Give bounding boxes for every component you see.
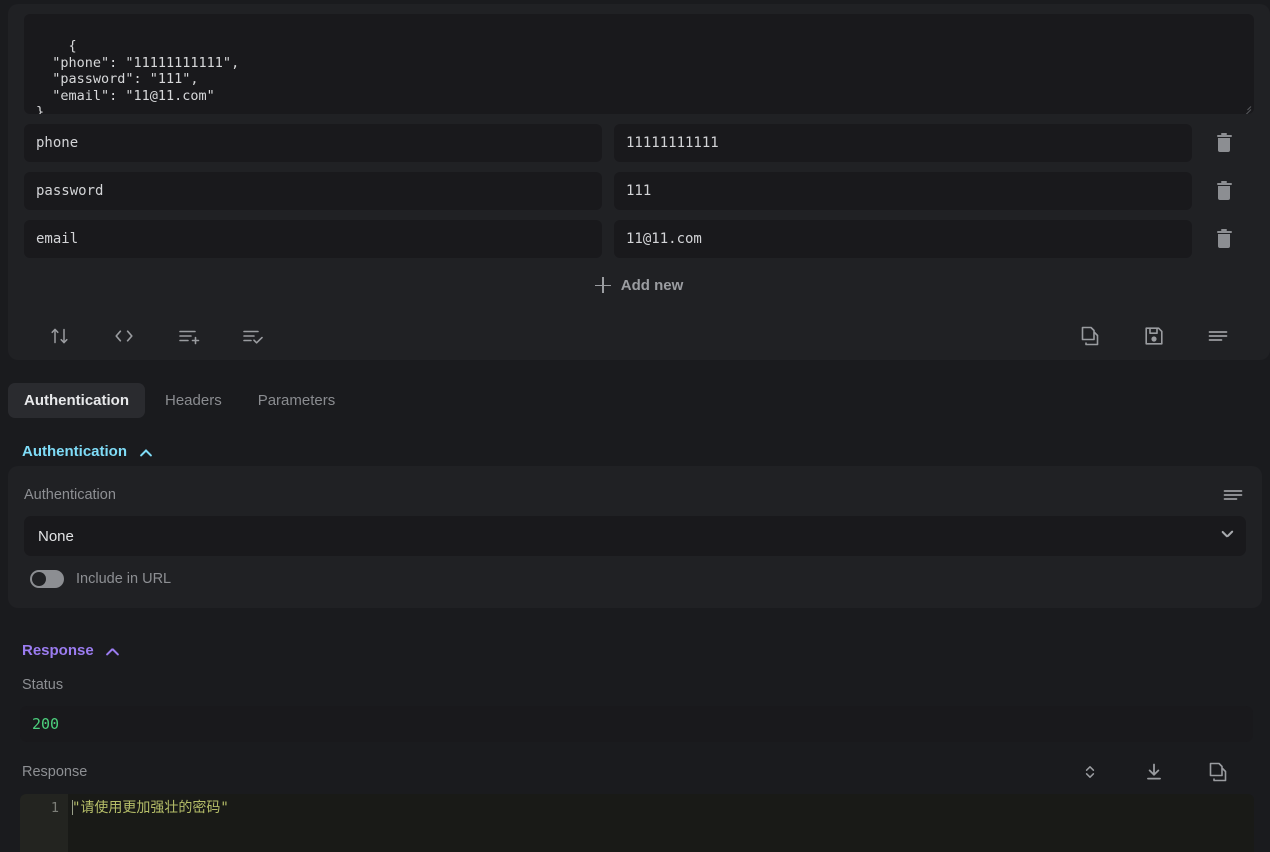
copy-icon xyxy=(1209,762,1227,782)
body-toolbar-right xyxy=(1058,316,1250,356)
authentication-field-label: Authentication xyxy=(24,487,116,503)
response-body-editor[interactable]: 1 "请使用更加强壮的密码" xyxy=(20,794,1254,852)
delete-row-button[interactable] xyxy=(1204,220,1244,258)
add-list-item-button[interactable] xyxy=(156,316,220,356)
line-number-gutter: 1 xyxy=(20,794,68,852)
list-add-icon xyxy=(179,330,200,345)
line-number: 1 xyxy=(50,800,59,816)
download-response-button[interactable] xyxy=(1122,758,1186,786)
request-tabs: Authentication Headers Parameters xyxy=(8,383,351,418)
response-body-actions xyxy=(1058,758,1250,786)
code-view-button[interactable] xyxy=(92,316,156,356)
json-body-editor[interactable]: { "phone": "11111111111", "password": "1… xyxy=(24,14,1254,114)
resize-handle-icon[interactable] xyxy=(1240,100,1252,114)
authentication-type-value: None xyxy=(38,527,74,545)
copy-response-button[interactable] xyxy=(1186,758,1250,786)
response-body-label: Response xyxy=(22,764,88,780)
chevron-down-icon xyxy=(1222,531,1232,541)
include-in-url-toggle[interactable] xyxy=(30,570,64,588)
download-icon xyxy=(1147,763,1161,780)
format-menu-button[interactable] xyxy=(1186,316,1250,356)
delete-row-button[interactable] xyxy=(1204,172,1244,210)
format-icon xyxy=(1208,331,1228,341)
expand-collapse-icon xyxy=(1085,766,1095,778)
authentication-type-select[interactable]: None xyxy=(24,516,1246,556)
trash-icon xyxy=(1216,180,1232,200)
plus-icon xyxy=(594,277,611,293)
tab-headers[interactable]: Headers xyxy=(149,383,238,418)
authentication-section-title: Authentication xyxy=(22,443,127,460)
chevron-up-icon[interactable] xyxy=(106,644,119,657)
sort-button[interactable] xyxy=(28,316,92,356)
copy-icon xyxy=(1081,326,1099,346)
body-toolbar-left xyxy=(28,316,284,356)
include-in-url-row: Include in URL xyxy=(30,570,1262,588)
kv-value-input[interactable] xyxy=(614,172,1192,210)
kv-key-input[interactable] xyxy=(24,124,602,162)
trash-icon xyxy=(1216,228,1232,248)
request-body-panel: { "phone": "11111111111", "password": "1… xyxy=(8,4,1270,360)
response-section-header: Response xyxy=(22,642,119,659)
list-check-icon xyxy=(243,330,263,344)
delete-row-button[interactable] xyxy=(1204,124,1244,162)
format-icon xyxy=(1223,490,1243,500)
authentication-menu-button[interactable] xyxy=(1220,484,1246,506)
kv-value-input[interactable] xyxy=(614,124,1192,162)
sort-icon xyxy=(51,328,68,344)
response-code-content: "请使用更加强壮的密码" xyxy=(68,794,1254,852)
save-icon xyxy=(1145,327,1163,345)
expand-collapse-button[interactable] xyxy=(1058,758,1122,786)
key-value-table xyxy=(24,124,1254,258)
add-new-label: Add new xyxy=(620,276,684,294)
kv-key-input[interactable] xyxy=(24,220,602,258)
table-row xyxy=(24,124,1254,162)
code-brackets-icon xyxy=(115,330,133,342)
tab-authentication[interactable]: Authentication xyxy=(8,383,145,418)
authentication-field-row: Authentication xyxy=(8,466,1262,506)
response-section-title: Response xyxy=(22,642,94,659)
authentication-section-header: Authentication xyxy=(22,443,152,460)
trash-icon xyxy=(1216,132,1232,152)
status-value-box: 200 xyxy=(20,706,1253,742)
copy-button[interactable] xyxy=(1058,316,1122,356)
tab-parameters[interactable]: Parameters xyxy=(242,383,352,418)
save-button[interactable] xyxy=(1122,316,1186,356)
kv-key-input[interactable] xyxy=(24,172,602,210)
check-list-button[interactable] xyxy=(220,316,284,356)
json-body-text: { "phone": "11111111111", "password": "1… xyxy=(36,38,240,114)
table-row xyxy=(24,220,1254,258)
add-new-row-button[interactable]: Add new xyxy=(8,268,1270,302)
response-body-header: Response xyxy=(0,758,1270,786)
status-label: Status xyxy=(22,677,64,693)
response-code-line: "请使用更加强壮的密码" xyxy=(72,800,229,816)
include-in-url-label: Include in URL xyxy=(76,571,172,587)
table-row xyxy=(24,172,1254,210)
status-value: 200 xyxy=(32,715,60,733)
chevron-up-icon[interactable] xyxy=(139,445,152,458)
authentication-panel: Authentication None Include in URL xyxy=(8,466,1262,608)
body-toolbar xyxy=(28,308,1250,364)
kv-value-input[interactable] xyxy=(614,220,1192,258)
